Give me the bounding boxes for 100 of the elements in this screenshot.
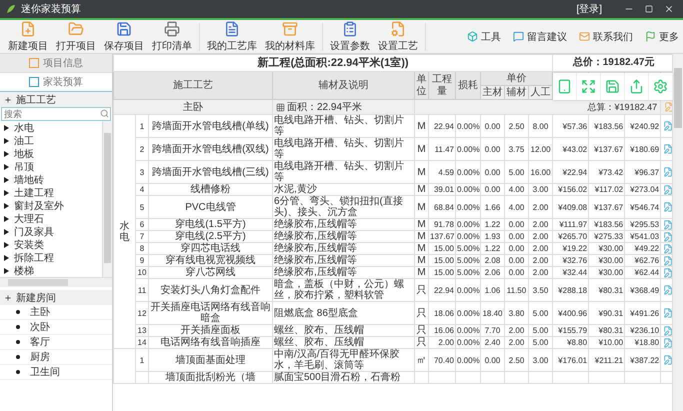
edit-icon[interactable]	[662, 338, 672, 348]
row-number: 14	[136, 336, 148, 348]
amount-cell: ¥137.67	[588, 138, 625, 160]
unit-cell: M	[414, 114, 428, 138]
toolbar-button[interactable]: 保存项目	[100, 20, 148, 52]
loss-cell: 0.00%	[456, 278, 480, 302]
material-description: 暗盒，盖板（中财，公元）螺丝，胶布拧紧，塑料软管	[272, 278, 414, 302]
settings-icon[interactable]	[649, 73, 673, 100]
unit-cell: M	[414, 266, 428, 278]
save-icon[interactable]	[601, 73, 625, 100]
amount-cell: ¥62.44	[624, 266, 661, 278]
flag-icon	[645, 31, 656, 42]
triangle-icon	[4, 190, 9, 196]
price-cell: 3.75	[504, 138, 528, 160]
bullet-icon	[16, 340, 20, 344]
loss-cell: 0.00%	[456, 302, 480, 324]
bullet-icon	[16, 355, 20, 359]
tree-item[interactable]: 土建工程	[0, 186, 102, 199]
toolbar-button[interactable]: 我的材料库	[261, 20, 319, 52]
edit-icon[interactable]	[662, 326, 672, 336]
amount-cell: ¥80.31	[588, 278, 625, 302]
edit-icon[interactable]	[662, 244, 672, 254]
sidebar-tab[interactable]: 项目信息	[0, 54, 112, 73]
tree-item[interactable]: 墙地砖	[0, 173, 102, 186]
tablet-icon[interactable]	[553, 73, 577, 100]
toolbar-button[interactable]: 打开项目	[52, 20, 100, 52]
room-item[interactable]: 厨房	[0, 350, 112, 365]
edit-icon[interactable]	[662, 121, 672, 131]
edit-icon[interactable]	[662, 167, 672, 177]
amount-cell: ¥156.02	[552, 184, 589, 196]
bullet-icon	[16, 325, 20, 329]
triangle-icon	[4, 150, 9, 156]
login-link[interactable]: [登录]	[576, 2, 602, 16]
folder-icon	[68, 20, 84, 36]
edit-icon[interactable]	[662, 285, 672, 295]
toolbar-button[interactable]: 打印清单	[148, 20, 196, 52]
edit-icon[interactable]	[662, 308, 672, 318]
loss-cell: 0.00%	[456, 348, 480, 372]
edit-icon[interactable]	[662, 355, 672, 365]
toolbar-link[interactable]: 更多	[645, 30, 679, 44]
tree-item[interactable]: 大理石	[0, 212, 102, 225]
plus-icon[interactable]	[4, 294, 12, 302]
row-number: 10	[136, 266, 148, 278]
edit-icon[interactable]	[662, 144, 672, 154]
tree-item[interactable]: 水电	[0, 121, 102, 134]
amount-cell: ¥57.36	[552, 114, 589, 138]
amount-cell: ¥22.94	[552, 160, 589, 184]
price-cell: 0.00	[504, 266, 528, 278]
craft-name: 电话网络有线音响插座	[148, 336, 272, 348]
price-cell: 2.40	[480, 336, 504, 348]
amount-cell: ¥176.01	[552, 348, 589, 372]
edit-icon[interactable]	[662, 184, 672, 194]
tree-item[interactable]: 楼梯	[0, 264, 102, 277]
tree-item[interactable]: 油工	[0, 134, 102, 147]
amount-cell: ¥111.97	[552, 218, 589, 230]
amount-cell: ¥265.70	[552, 230, 589, 242]
edit-icon[interactable]	[662, 220, 672, 230]
clipboard-icon	[342, 20, 358, 36]
tree-item[interactable]: 安装类	[0, 238, 102, 251]
edit-icon[interactable]	[662, 232, 672, 242]
room-item[interactable]: 次卧	[0, 320, 112, 335]
share-icon[interactable]	[625, 73, 649, 100]
toolbar-link[interactable]: 联系我们	[579, 30, 633, 44]
toolbar-button[interactable]: 新建项目	[4, 20, 52, 52]
unit-cell: ㎡	[414, 348, 428, 372]
price-cell: 2.00	[504, 324, 528, 336]
price-cell: 0.00	[480, 348, 504, 372]
expand-icon[interactable]	[577, 73, 601, 100]
toolbar-button[interactable]: 设置参数	[326, 20, 374, 52]
edit-icon[interactable]	[662, 256, 672, 266]
toolbar-link[interactable]: 工具	[467, 30, 501, 44]
craft-name: 开关插座面板	[148, 324, 272, 336]
search-icon[interactable]	[100, 109, 109, 118]
room-area: 面积：22.94平米	[287, 100, 362, 114]
tree-item[interactable]: 门及家具	[0, 225, 102, 238]
amount-cell: ¥43.02	[552, 138, 589, 160]
tree-item[interactable]: 拆除工程	[0, 251, 102, 264]
tree-item[interactable]: 窗封及室外	[0, 199, 102, 212]
amount-cell: ¥400.96	[552, 302, 589, 324]
room-item[interactable]: 客厅	[0, 335, 112, 350]
row-number: 11	[136, 278, 148, 302]
plus-icon[interactable]	[4, 96, 12, 104]
toolbar-button[interactable]: 我的工艺库	[203, 20, 261, 52]
tree-item[interactable]: 地板	[0, 147, 102, 160]
search-field[interactable]: 搜索	[1, 107, 111, 121]
price-cell: 11.50	[504, 278, 528, 302]
window-title: 迷你家装预算	[21, 2, 82, 16]
unit-cell: M	[414, 160, 428, 184]
toolbar-button[interactable]: 设置工艺	[374, 20, 422, 52]
edit-icon[interactable]	[662, 202, 672, 212]
quantity-cell: 15.00	[428, 242, 456, 254]
room-item[interactable]: 卫生间	[0, 365, 112, 380]
room-item[interactable]: 主卧	[0, 305, 112, 320]
edit-icon[interactable]	[664, 102, 672, 112]
tree-item[interactable]: 吊顶	[0, 160, 102, 173]
loss-cell: 5.00%	[456, 266, 480, 278]
loss-cell: 0.00%	[456, 160, 480, 184]
amount-cell: ¥546.74	[624, 196, 661, 218]
toolbar-link[interactable]: 留言建议	[513, 30, 567, 44]
edit-icon[interactable]	[662, 268, 672, 278]
